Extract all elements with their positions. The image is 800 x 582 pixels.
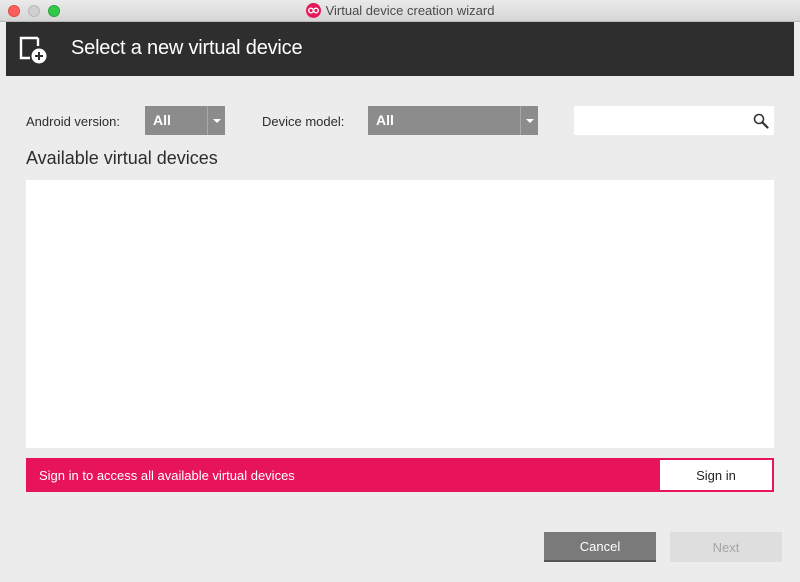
device-model-value: All: [376, 112, 394, 128]
window-title: Virtual device creation wizard: [325, 3, 495, 18]
search-input[interactable]: [574, 106, 774, 135]
android-version-select[interactable]: All: [145, 106, 225, 135]
genymotion-icon: [305, 3, 321, 18]
chevron-down-icon[interactable]: [207, 106, 225, 135]
window-titlebar: Virtual device creation wizard: [0, 0, 800, 22]
add-device-icon: [18, 34, 50, 71]
window-title-wrap: Virtual device creation wizard: [0, 3, 800, 19]
device-model-select[interactable]: All: [368, 106, 538, 135]
sign-in-button[interactable]: Sign in: [660, 460, 772, 490]
device-model-label: Device model:: [262, 114, 345, 129]
search-icon[interactable]: [753, 113, 769, 134]
available-devices-title: Available virtual devices: [26, 148, 218, 168]
next-button[interactable]: Next: [670, 532, 782, 562]
signin-message: Sign in to access all available virtual …: [39, 468, 295, 483]
wizard-header: Select a new virtual device: [6, 22, 794, 76]
android-version-label: Android version:: [26, 114, 120, 129]
cancel-button[interactable]: Cancel: [544, 532, 656, 562]
chevron-down-icon[interactable]: [520, 106, 538, 135]
page-title: Select a new virtual device: [71, 37, 303, 59]
signin-banner: Sign in to access all available virtual …: [26, 458, 774, 492]
device-list[interactable]: [26, 180, 774, 448]
android-version-value: All: [153, 112, 171, 128]
